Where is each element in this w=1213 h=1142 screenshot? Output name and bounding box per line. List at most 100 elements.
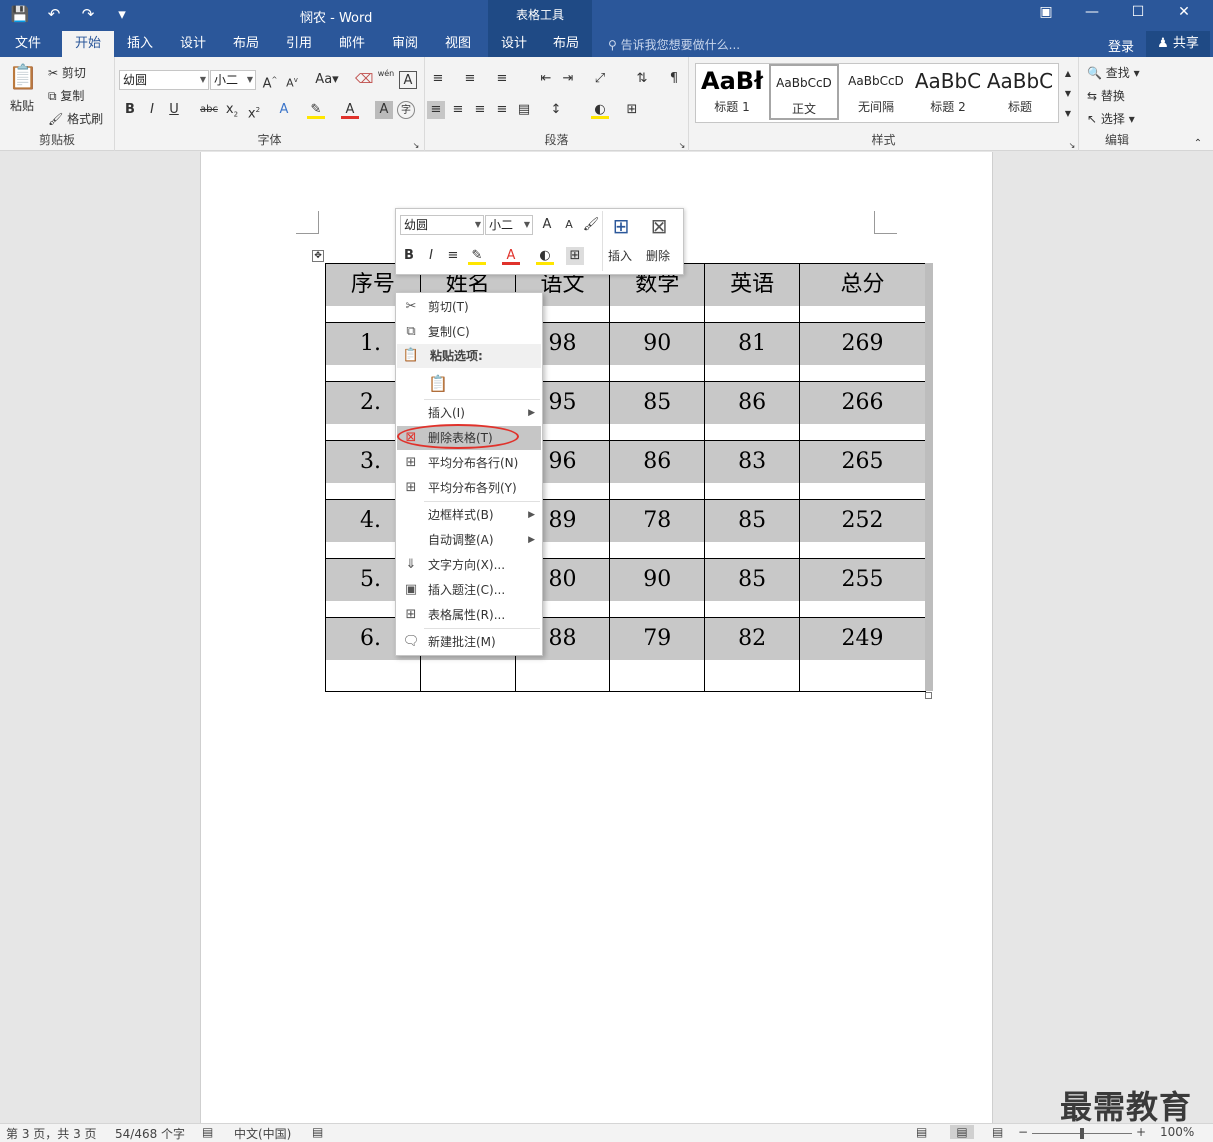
table-cell[interactable]: 85 <box>704 558 800 618</box>
multilevel-list-icon[interactable]: ≡ <box>493 70 511 88</box>
table-cell[interactable]: 249 <box>798 617 926 692</box>
mini-borders-icon[interactable]: ⊞ <box>566 247 584 265</box>
mini-shrink-font-icon[interactable]: A <box>560 216 578 234</box>
mini-shading-icon[interactable]: ◐ <box>536 247 554 265</box>
table-cell[interactable]: 255 <box>798 558 926 618</box>
mini-highlight-icon[interactable]: ✎ <box>468 247 486 265</box>
clear-format-icon[interactable]: ⌫ <box>355 71 373 89</box>
login-link[interactable]: 登录 <box>1108 36 1134 55</box>
paste-icon[interactable]: 📋 <box>8 63 40 93</box>
tab-references[interactable]: 引用 <box>277 31 321 57</box>
table-cell[interactable]: 78 <box>609 499 706 559</box>
mini-font-size-select[interactable]: 小二 ▼ <box>485 215 533 235</box>
table-cell[interactable]: 85 <box>704 499 800 559</box>
table-cell[interactable]: 83 <box>704 440 800 500</box>
replace-button[interactable]: ⇆ 替换 <box>1087 87 1125 104</box>
menu-item-distribute-cols[interactable]: ⊞ 平均分布各列(Y) <box>397 476 541 500</box>
align-right-icon[interactable]: ≡ <box>471 101 489 119</box>
bold-icon[interactable]: B <box>121 101 139 119</box>
table-cell[interactable]: 90 <box>609 322 706 382</box>
format-painter-button[interactable]: 🖌 格式刷 <box>48 110 103 127</box>
phonetic-guide-icon[interactable]: wén <box>377 69 395 87</box>
share-button[interactable]: ♟ 共享 <box>1146 31 1210 57</box>
style-normal[interactable]: AaBbCcD 正文 <box>769 64 839 120</box>
redo-icon[interactable]: ↷ <box>78 5 98 23</box>
increase-indent-icon[interactable]: ⇥ <box>559 70 577 88</box>
minimize-icon[interactable]: — <box>1069 4 1115 20</box>
style-no-spacing[interactable]: AaBbCcD 无间隔 <box>841 64 911 120</box>
decrease-indent-icon[interactable]: ⇤ <box>537 70 555 88</box>
table-cell[interactable]: 252 <box>798 499 926 559</box>
select-button[interactable]: ↖ 选择 ▾ <box>1087 110 1135 127</box>
show-marks-icon[interactable]: ¶ <box>665 70 683 88</box>
zoom-level[interactable]: 100% <box>1160 1125 1194 1139</box>
mini-center-icon[interactable]: ≡ <box>444 247 462 265</box>
borders-icon[interactable]: ⊞ <box>623 101 641 119</box>
mini-font-name-select[interactable]: 幼圆 ▼ <box>400 215 484 235</box>
font-name-select[interactable]: 幼圆 ▼ <box>119 70 209 90</box>
ribbon-display-icon[interactable]: ▣ <box>1023 4 1069 20</box>
bullets-icon[interactable]: ≡ <box>429 70 447 88</box>
table-cell[interactable]: 86 <box>704 381 800 441</box>
menu-item-copy[interactable]: ⧉ 复制(C) <box>397 320 541 344</box>
save-icon[interactable]: 💾 <box>10 5 30 23</box>
mini-delete-button[interactable]: 删除 <box>646 247 670 264</box>
macro-icon[interactable]: ▤ <box>312 1125 323 1139</box>
table-cell[interactable]: 英语 <box>704 263 800 323</box>
align-center-icon[interactable]: ≡ <box>449 101 467 119</box>
zoom-in-icon[interactable]: + <box>1136 1125 1146 1139</box>
mini-bold-icon[interactable]: B <box>400 247 418 265</box>
chinese-layout-icon[interactable]: ⤢ <box>591 70 609 88</box>
tab-mailings[interactable]: 邮件 <box>330 31 374 57</box>
table-cell[interactable]: 265 <box>798 440 926 500</box>
subscript-icon[interactable]: x2 <box>223 101 241 119</box>
tab-layout[interactable]: 布局 <box>224 31 268 57</box>
table-cell[interactable]: 81 <box>704 322 800 382</box>
enclose-character-icon[interactable]: 字 <box>397 101 415 119</box>
styles-scroll-up-icon[interactable]: ▲ <box>1059 65 1077 83</box>
justify-icon[interactable]: ≡ <box>493 101 511 119</box>
tell-me-search[interactable]: ⚲ 告诉我您想要做什么... <box>608 36 740 53</box>
table-move-handle-icon[interactable]: ✥ <box>312 250 324 262</box>
paste-button[interactable]: 粘贴 <box>10 97 34 114</box>
shrink-font-icon[interactable]: Av <box>283 71 301 90</box>
language-indicator[interactable]: 中文(中国) <box>234 1125 291 1142</box>
table-cell[interactable]: 86 <box>609 440 706 500</box>
text-effects-icon[interactable]: A <box>275 101 293 119</box>
cut-button[interactable]: ✂ 剪切 <box>48 64 86 81</box>
character-shading-icon[interactable]: A <box>375 101 393 119</box>
shading-icon[interactable]: ◐ <box>591 101 609 119</box>
style-title[interactable]: AaBbC 标题 <box>985 64 1055 120</box>
font-color-icon[interactable]: A <box>341 101 359 119</box>
table-cell[interactable]: 90 <box>609 558 706 618</box>
print-layout-icon[interactable]: ▤ <box>950 1125 974 1139</box>
underline-icon[interactable]: U <box>165 101 183 119</box>
copy-button[interactable]: ⧉ 复制 <box>48 87 84 104</box>
tab-review[interactable]: 审阅 <box>383 31 427 57</box>
menu-item-text-direction[interactable]: ⇓ 文字方向(X)... <box>397 553 541 577</box>
web-layout-icon[interactable]: ▤ <box>992 1125 1003 1139</box>
read-mode-icon[interactable]: ▤ <box>916 1125 927 1139</box>
mini-font-color-icon[interactable]: A <box>502 247 520 265</box>
style-heading-1[interactable]: AaBł 标题 1 <box>697 64 767 120</box>
tab-file[interactable]: 文件 <box>6 31 50 57</box>
table-cell[interactable]: 85 <box>609 381 706 441</box>
table-delete-icon[interactable]: ⊠ <box>646 213 672 239</box>
table-resize-handle-icon[interactable] <box>925 692 932 699</box>
styles-more-icon[interactable]: ▼ <box>1059 105 1077 123</box>
table-cell[interactable]: 269 <box>798 322 926 382</box>
menu-item-table-properties[interactable]: ⊞ 表格属性(R)... <box>397 603 541 627</box>
menu-item-autofit[interactable]: 自动调整(A) ▶ <box>397 528 541 552</box>
highlight-icon[interactable]: ✎ <box>307 101 325 119</box>
mini-insert-button[interactable]: 插入 <box>608 247 632 264</box>
menu-item-insert[interactable]: 插入(I) ▶ <box>397 401 541 425</box>
sort-icon[interactable]: ⇅ <box>633 70 651 88</box>
tab-home[interactable]: 开始 <box>62 31 114 57</box>
menu-item-cut[interactable]: ✂ 剪切(T) <box>397 295 541 319</box>
collapse-ribbon-icon[interactable]: ⌃ <box>1189 135 1207 153</box>
menu-item-border-styles[interactable]: 边框样式(B) ▶ <box>397 503 541 527</box>
tab-insert[interactable]: 插入 <box>118 31 162 57</box>
tab-design[interactable]: 设计 <box>171 31 215 57</box>
mini-grow-font-icon[interactable]: A <box>538 216 556 234</box>
menu-item-new-comment[interactable]: 🗨 新建批注(M) <box>397 630 541 654</box>
